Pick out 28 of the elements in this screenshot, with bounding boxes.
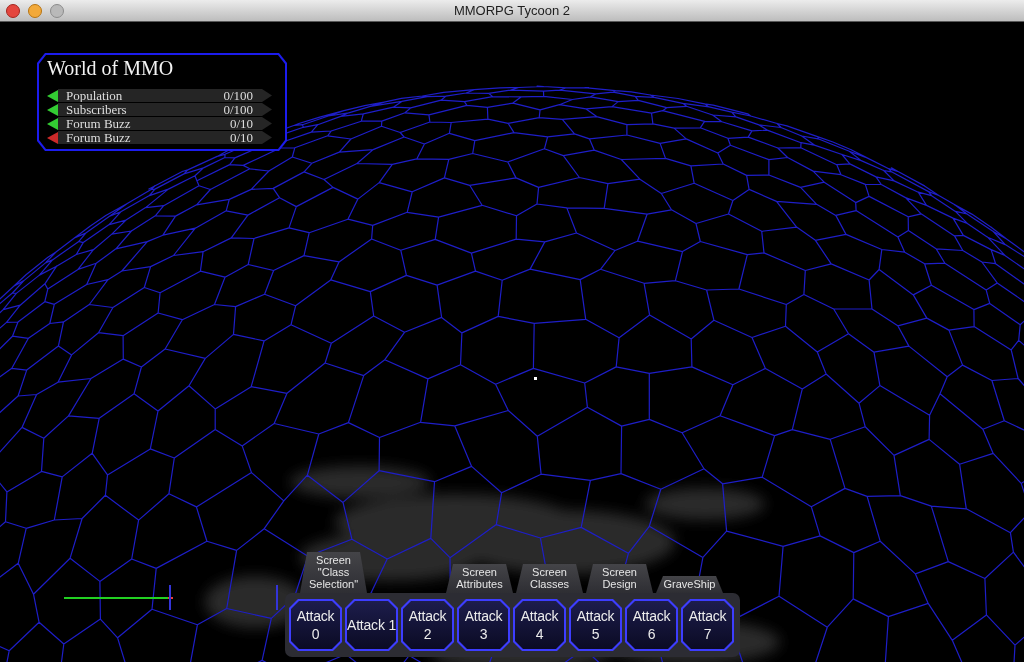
action-button[interactable]: Attack 5 (569, 599, 622, 651)
stat-value: 0/100 (223, 89, 253, 102)
stat-label: Population (66, 89, 123, 102)
minimize-button[interactable] (28, 3, 42, 18)
stat-label: Subscribers (66, 103, 127, 116)
close-button[interactable] (6, 3, 20, 18)
tick-mark-icon (276, 584, 278, 611)
action-button[interactable]: Attack 2 (401, 599, 454, 651)
screen-tab[interactable]: Screen Classes (516, 564, 583, 593)
screen-tab[interactable]: Screen Attributes (446, 564, 513, 593)
stat-label: Forum Buzz (66, 131, 131, 144)
screen-tab[interactable]: Screen "Class Selection" (300, 552, 367, 593)
screen-tab[interactable]: GraveShip (656, 576, 723, 593)
screen-tab[interactable]: Screen Design (586, 564, 653, 593)
tick-mark-icon (169, 584, 171, 611)
stat-value: 0/10 (229, 131, 253, 144)
level-line-icon (63, 597, 174, 599)
action-button[interactable]: Attack 4 (513, 599, 566, 651)
action-button[interactable]: Attack 0 (289, 599, 342, 651)
panel-title: World of MMO (47, 57, 175, 79)
action-button[interactable]: Attack 7 (681, 599, 734, 651)
action-button[interactable]: Attack 6 (625, 599, 678, 651)
stat-value: 0/100 (223, 103, 253, 116)
stat-label: Forum Buzz (66, 117, 131, 130)
action-button[interactable]: Attack 3 (457, 599, 510, 651)
stat-value: 0/10 (229, 117, 253, 130)
action-button[interactable]: Attack 1 (345, 599, 398, 651)
window-title: MMORPG Tycoon 2 (453, 4, 571, 17)
